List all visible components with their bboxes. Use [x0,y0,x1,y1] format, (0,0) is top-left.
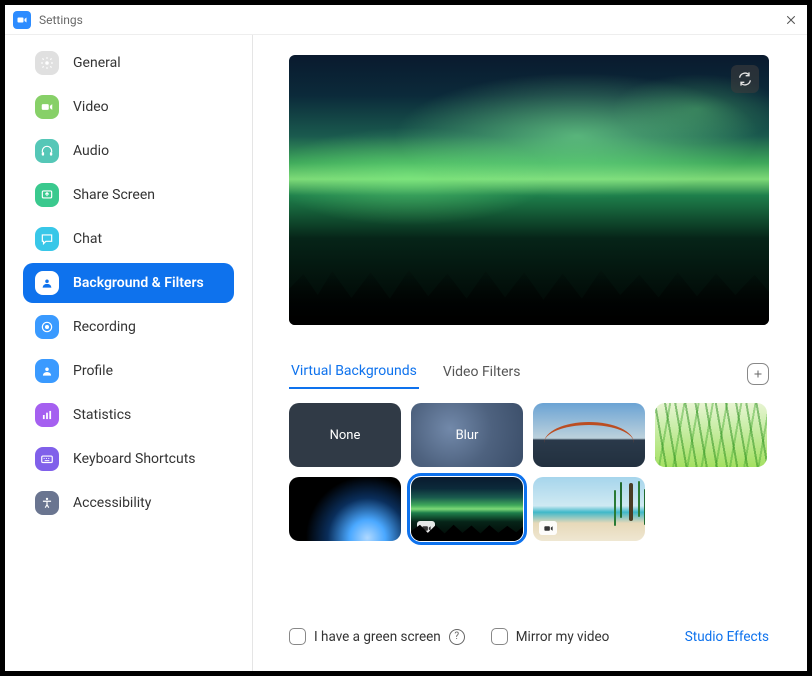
sidebar-item-accessibility[interactable]: Accessibility [23,483,234,523]
background-thumbnails: None Blur [289,403,779,541]
sidebar-item-audio[interactable]: Audio [23,131,234,171]
sidebar: General Video Audio Share Screen [5,35,253,671]
main-panel: Virtual Backgrounds Video Filters None B… [253,35,807,671]
footer-row: I have a green screen ? Mirror my video … [289,628,769,651]
plus-icon [752,368,764,380]
thumb-beach[interactable] [533,477,645,541]
camera-badge [539,521,557,535]
window-title: Settings [39,13,83,27]
thumb-golden-gate[interactable] [533,403,645,467]
sidebar-item-chat[interactable]: Chat [23,219,234,259]
settings-window: Settings General Video [5,5,807,671]
gear-icon [35,51,59,75]
help-icon: ? [454,631,459,642]
video-icon [35,95,59,119]
sidebar-item-label: Recording [73,319,136,335]
green-screen-label: I have a green screen [314,629,441,645]
thumb-earth[interactable] [289,477,401,541]
recording-icon [35,315,59,339]
sidebar-item-profile[interactable]: Profile [23,351,234,391]
thumb-blur[interactable]: Blur [411,403,523,467]
statistics-icon [35,403,59,427]
camera-icon [16,14,28,26]
sidebar-item-general[interactable]: General [23,43,234,83]
keyboard-icon [35,447,59,471]
mirror-video-checkbox[interactable] [491,628,508,645]
thumb-aurora[interactable] [411,477,523,541]
accessibility-icon [35,491,59,515]
sidebar-item-label: Statistics [73,407,131,423]
add-background-button[interactable] [747,363,769,385]
sidebar-item-statistics[interactable]: Statistics [23,395,234,435]
tab-virtual-backgrounds[interactable]: Virtual Backgrounds [289,359,419,389]
camera-badge [417,521,435,535]
mirror-video-label: Mirror my video [516,629,610,645]
sidebar-item-share-screen[interactable]: Share Screen [23,175,234,215]
sidebar-item-label: Audio [73,143,109,159]
sidebar-item-label: Video [73,99,109,115]
close-icon [785,14,797,26]
sidebar-item-label: Profile [73,363,113,379]
close-button[interactable] [783,12,799,28]
sidebar-item-label: Accessibility [73,495,151,511]
share-screen-icon [35,183,59,207]
sidebar-item-label: General [73,55,121,71]
tab-video-filters[interactable]: Video Filters [441,360,523,388]
green-screen-help-button[interactable]: ? [449,629,465,645]
zoom-app-icon [13,11,31,29]
rotate-icon [737,71,753,87]
rotate-camera-button[interactable] [731,65,759,93]
thumb-label: Blur [456,428,479,443]
thumb-grass[interactable] [655,403,767,467]
profile-icon [35,359,59,383]
camera-icon [421,523,432,534]
tabs: Virtual Backgrounds Video Filters [289,359,769,389]
sidebar-item-label: Chat [73,231,102,247]
background-filters-icon [35,271,59,295]
thumb-label: None [330,428,361,443]
chat-icon [35,227,59,251]
thumb-none[interactable]: None [289,403,401,467]
sidebar-item-background-filters[interactable]: Background & Filters [23,263,234,303]
green-screen-checkbox[interactable] [289,628,306,645]
sidebar-item-keyboard-shortcuts[interactable]: Keyboard Shortcuts [23,439,234,479]
sidebar-item-recording[interactable]: Recording [23,307,234,347]
titlebar: Settings [5,5,807,35]
sidebar-item-label: Keyboard Shortcuts [73,451,196,467]
sidebar-item-label: Background & Filters [73,275,204,291]
body: General Video Audio Share Screen [5,35,807,671]
sidebar-item-label: Share Screen [73,187,155,203]
video-preview [289,55,769,325]
camera-icon [543,523,554,534]
headphones-icon [35,139,59,163]
studio-effects-link[interactable]: Studio Effects [685,629,769,645]
sidebar-item-video[interactable]: Video [23,87,234,127]
